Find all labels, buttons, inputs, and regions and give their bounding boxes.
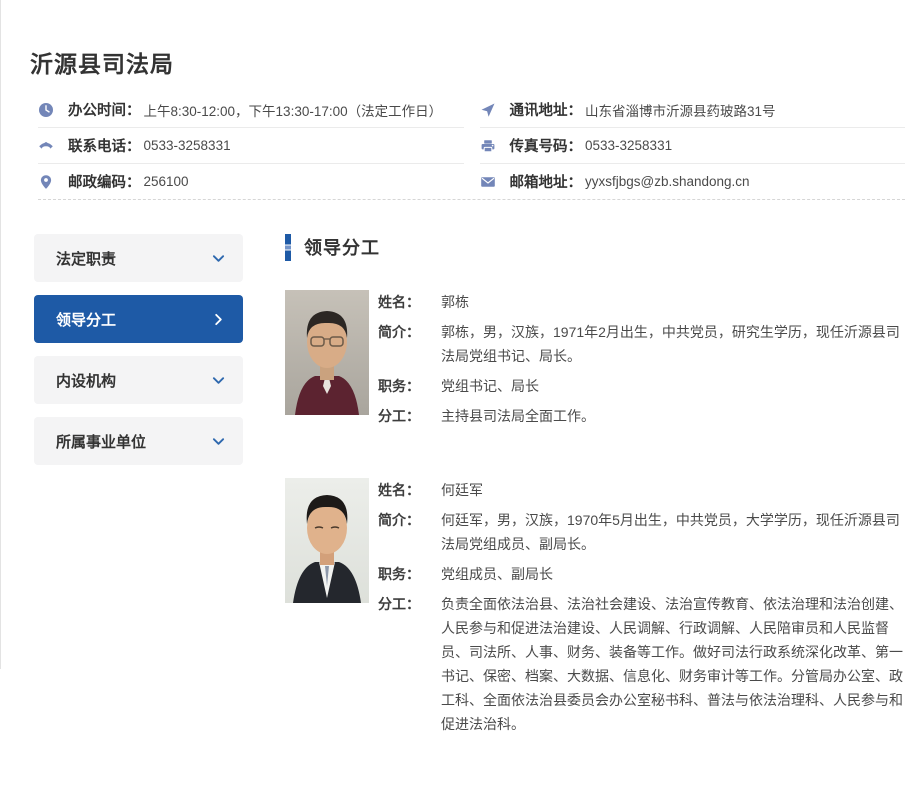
contact-row-phone: 联系电话： 0533-3258331 <box>38 128 464 164</box>
contact-value: 0533-3258331 <box>585 138 672 153</box>
leader-intro: 何廷军，男，汉族，1970年5月出生，中共党员，大学学历，现任沂源县司法局党组成… <box>441 508 905 556</box>
leader-fields: 姓名： 何廷军 简介： 何廷军，男，汉族，1970年5月出生，中共党员，大学学历… <box>378 478 905 742</box>
leader-profile: 姓名： 郭栋 简介： 郭栋，男，汉族，1971年2月出生，中共党员，研究生学历，… <box>285 290 905 434</box>
contact-value: yyxsfjbgs@zb.shandong.cn <box>585 174 750 189</box>
sidebar-item-label: 领导分工 <box>56 309 116 330</box>
mail-icon <box>480 174 496 190</box>
phone-icon <box>38 138 54 154</box>
fax-printer-icon <box>480 138 496 154</box>
field-duty: 分工： 负责全面依法治县、法治社会建设、法治宣传教育、依法治理和法治创建、人民参… <box>378 592 905 736</box>
navigation-icon <box>480 102 496 118</box>
field-label: 姓名： <box>378 478 441 502</box>
sidebar-item-label: 法定职责 <box>56 248 116 269</box>
field-label: 职务： <box>378 374 441 398</box>
leader-photo <box>285 478 369 603</box>
field-label: 分工： <box>378 592 441 736</box>
leader-duty: 主持县司法局全面工作。 <box>441 404 905 428</box>
leader-position: 党组成员、副局长 <box>441 562 905 586</box>
field-name: 姓名： 何廷军 <box>378 478 905 502</box>
contact-label: 传真号码： <box>510 135 583 156</box>
section-accent-bar-icon <box>285 234 291 261</box>
contact-label: 联系电话： <box>68 135 141 156</box>
chevron-down-icon <box>212 374 225 387</box>
field-label: 简介： <box>378 508 441 556</box>
contact-info-section: 办公时间： 上午8:30-12:00，下午13:30-17:00（法定工作日） … <box>38 92 905 199</box>
sidebar-item-label: 内设机构 <box>56 370 116 391</box>
field-label: 分工： <box>378 404 441 428</box>
field-intro: 简介： 何廷军，男，汉族，1970年5月出生，中共党员，大学学历，现任沂源县司法… <box>378 508 905 556</box>
contact-value: 0533-3258331 <box>144 138 231 153</box>
chevron-down-icon <box>212 252 225 265</box>
page-title: 沂源县司法局 <box>30 45 174 79</box>
sidebar-item-affiliated-units[interactable]: 所属事业单位 <box>34 417 243 465</box>
sidebar-item-legal-duties[interactable]: 法定职责 <box>34 234 243 282</box>
sidebar-item-leadership-division[interactable]: 领导分工 <box>34 295 243 343</box>
chevron-right-icon <box>212 313 225 326</box>
field-label: 姓名： <box>378 290 441 314</box>
field-label: 职务： <box>378 562 441 586</box>
contact-row-office-hours: 办公时间： 上午8:30-12:00，下午13:30-17:00（法定工作日） <box>38 92 464 128</box>
contact-label: 办公时间： <box>68 99 141 120</box>
section-dashed-divider <box>38 199 905 200</box>
sidebar-item-internal-organs[interactable]: 内设机构 <box>34 356 243 404</box>
contact-label: 邮政编码： <box>68 171 141 192</box>
leader-fields: 姓名： 郭栋 简介： 郭栋，男，汉族，1971年2月出生，中共党员，研究生学历，… <box>378 290 905 434</box>
contact-value: 上午8:30-12:00，下午13:30-17:00（法定工作日） <box>144 100 443 120</box>
clock-icon <box>38 102 54 118</box>
contact-label: 通讯地址： <box>510 99 583 120</box>
leader-duty: 负责全面依法治县、法治社会建设、法治宣传教育、依法治理和法治创建、人民参与和促进… <box>441 592 905 736</box>
chevron-down-icon <box>212 435 225 448</box>
field-duty: 分工： 主持县司法局全面工作。 <box>378 404 905 428</box>
sidebar-item-label: 所属事业单位 <box>56 431 146 452</box>
window-edge-line <box>0 0 1 669</box>
field-position: 职务： 党组书记、局长 <box>378 374 905 398</box>
leader-name: 何廷军 <box>441 478 905 502</box>
field-label: 简介： <box>378 320 441 368</box>
section-title: 领导分工 <box>304 234 380 260</box>
sidebar-menu: 法定职责 领导分工 内设机构 所属事业单位 <box>34 234 243 478</box>
leader-photo <box>285 290 369 415</box>
leader-profile: 姓名： 何廷军 简介： 何廷军，男，汉族，1970年5月出生，中共党员，大学学历… <box>285 478 905 742</box>
main-content: 领导分工 姓名： <box>285 233 905 786</box>
location-pin-icon <box>38 174 54 190</box>
contact-value: 256100 <box>144 174 189 189</box>
field-intro: 简介： 郭栋，男，汉族，1971年2月出生，中共党员，研究生学历，现任沂源县司法… <box>378 320 905 368</box>
field-position: 职务： 党组成员、副局长 <box>378 562 905 586</box>
leader-position: 党组书记、局长 <box>441 374 905 398</box>
contact-row-email: 邮箱地址： yyxsfjbgs@zb.shandong.cn <box>480 164 906 199</box>
section-header: 领导分工 <box>285 233 905 261</box>
field-name: 姓名： 郭栋 <box>378 290 905 314</box>
contact-value: 山东省淄博市沂源县药玻路31号 <box>585 100 776 120</box>
contact-label: 邮箱地址： <box>510 171 583 192</box>
leader-profiles: 姓名： 郭栋 简介： 郭栋，男，汉族，1971年2月出生，中共党员，研究生学历，… <box>285 290 905 742</box>
contact-row-postcode: 邮政编码： 256100 <box>38 164 464 199</box>
contact-row-address: 通讯地址： 山东省淄博市沂源县药玻路31号 <box>480 92 906 128</box>
leader-intro: 郭栋，男，汉族，1971年2月出生，中共党员，研究生学历，现任沂源县司法局党组书… <box>441 320 905 368</box>
contact-row-fax: 传真号码： 0533-3258331 <box>480 128 906 164</box>
leader-name: 郭栋 <box>441 290 905 314</box>
